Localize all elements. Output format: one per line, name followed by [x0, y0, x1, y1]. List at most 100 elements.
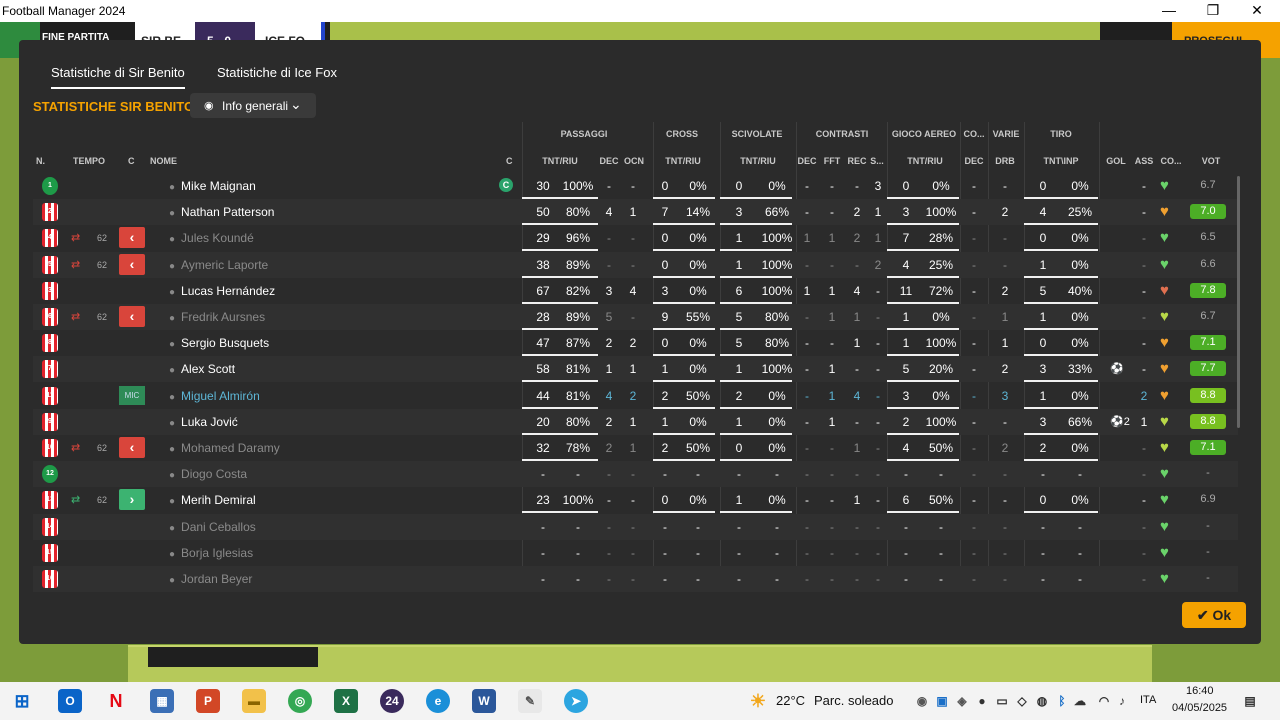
col-header-goals[interactable]: GOL [1104, 156, 1128, 166]
player-name[interactable]: ● Luka Jović [169, 415, 238, 429]
table-row[interactable]: 13 ⇄ 62 › ● Merih Demiral 23 100% - -0 0% 1 0% - -1-6 5… [33, 487, 1238, 514]
col-header-pass-att[interactable]: TNT/RIU [530, 156, 590, 166]
col-header-cont-rec[interactable]: REC [845, 156, 869, 166]
chrome-icon[interactable]: ◎ [288, 689, 312, 713]
tab-away-stats[interactable]: Statistiche di Ice Fox [217, 65, 337, 80]
player-name[interactable]: ● Miguel Almirón [169, 389, 260, 403]
football-manager-icon[interactable]: 24 [380, 689, 404, 713]
netflix-icon[interactable]: N [104, 689, 128, 713]
player-name[interactable]: ● Sergio Busquets [169, 336, 269, 350]
col-header-assists[interactable]: ASS [1132, 156, 1156, 166]
table-row[interactable]: 7 ● Alex Scott 58 81% 1 1 1 0% 1 100% -1- -5 20% -2 3 33… [33, 356, 1238, 383]
notifications-icon[interactable]: ▤ [1238, 689, 1262, 713]
col-header-sciv-att[interactable]: TNT/RIU [730, 156, 786, 166]
col-header-pass-dec[interactable]: DEC [598, 156, 620, 166]
stat-pass-att: 30 [536, 179, 550, 193]
minimize-button[interactable]: — [1146, 2, 1192, 18]
tab-home-stats[interactable]: Statistiche di Sir Benito [51, 65, 185, 89]
player-name[interactable]: ● Nathan Patterson [169, 205, 274, 219]
clock-date[interactable]: 04/05/2025 [1172, 702, 1227, 714]
edge-icon[interactable]: e [426, 689, 450, 713]
stat-drb: 1 [1001, 310, 1009, 324]
table-row[interactable]: 4 ⇄ 62 ‹ ● Jules Koundé 29 96% - -0 0% 1 100% 1 1 2 1 7 28… [33, 225, 1238, 252]
player-rating: 6.7 [1200, 179, 1216, 191]
col-header-change[interactable]: C [128, 156, 135, 166]
cloud-tray-icon[interactable]: ☁ [1068, 689, 1092, 713]
col-header-cont-s[interactable]: S... [869, 156, 885, 166]
weather-temp[interactable]: 22°C [776, 693, 805, 708]
table-row[interactable]: 1 ● Mike Maignan C 30 100% - -0 0% 0 0% - - -3 0 0% - -0 0… [33, 173, 1238, 199]
maximize-button[interactable]: ❐ [1190, 2, 1236, 19]
powerpoint-icon[interactable]: P [196, 689, 220, 713]
player-name[interactable]: ● Mike Maignan [169, 179, 256, 193]
clock-time[interactable]: 16:40 [1186, 685, 1214, 697]
table-row[interactable]: 15 ● Borja Iglesias - - - - - - - - - - - - - - - - - - - ♥ - [33, 540, 1238, 566]
table-row[interactable]: 16 ● Jordan Beyer - - - - - - - - - - - - - - - - - - - ♥ - [33, 566, 1238, 592]
table-row[interactable]: 5 ⇄ 62 ‹ ● Aymeric Laporte 38 89% - -0 0% 1 100% - - -2… [33, 251, 1238, 278]
word-icon[interactable]: W [472, 689, 496, 713]
player-name[interactable]: ● Alex Scott [169, 362, 235, 376]
col-header-time[interactable]: TEMPO [73, 156, 105, 166]
calculator-icon[interactable]: ▦ [150, 689, 174, 713]
col-header-condition[interactable]: CO... [1158, 156, 1184, 166]
stat-cross-rate: 0% [689, 336, 707, 351]
table-row[interactable]: 6 ⇄ 62 ‹ ● Fredrik Aursnes 28 89% 5 - 9 55% 5 80% - 1 1 -… [33, 304, 1238, 330]
sub-out-button[interactable]: ‹ [119, 253, 145, 275]
player-name[interactable]: ● Borja Iglesias [169, 546, 253, 560]
stat-pass-ocn: - [631, 231, 635, 246]
table-row[interactable]: 2 ● Nathan Patterson 50 80% 4 1 7 14% 3 66% - -2 1 3 10… [33, 199, 1238, 226]
file-explorer-icon[interactable]: ▬ [242, 689, 266, 713]
col-header-number[interactable]: N. [36, 156, 45, 166]
outlook-icon[interactable]: O [58, 689, 82, 713]
weather-icon[interactable]: ☀ [746, 689, 770, 713]
substitution-time: 62 [97, 443, 108, 453]
sub-in-button[interactable]: › [119, 489, 145, 511]
col-header-captain[interactable]: C [506, 156, 513, 166]
table-row[interactable]: 11 MIC ● Miguel Almirón 44 81% 4 2 2 50% 2 0% -1 4-3 0… [33, 383, 1238, 409]
table-row[interactable]: 12 ● Diogo Costa - - - - - - - - - - - - - - - - - - - ♥ - [33, 461, 1238, 488]
table-row[interactable]: 14 ● Dani Ceballos - - - - - - - - - - - - - - - - - - - ♥ - [33, 513, 1238, 540]
col-header-cross-att[interactable]: TNT/RIU [656, 156, 710, 166]
ok-button[interactable]: ✔ Ok [1182, 602, 1246, 628]
player-name[interactable]: ● Lucas Hernández [169, 284, 275, 298]
player-name[interactable]: ● Merih Demiral [169, 493, 256, 507]
col-header-co-dec[interactable]: DEC [962, 156, 986, 166]
language-indicator[interactable]: ITA [1140, 694, 1156, 706]
volume-icon[interactable]: ♪ [1110, 689, 1134, 713]
close-button[interactable]: ✕ [1234, 2, 1280, 19]
col-header-tiro-att[interactable]: TNT\INP [1034, 156, 1088, 166]
col-header-name[interactable]: NOME [150, 156, 177, 166]
table-scrollbar[interactable] [1237, 176, 1240, 428]
player-name[interactable]: ● Jordan Beyer [169, 572, 252, 586]
table-row[interactable]: 9 ● Luka Jović 20 80% 2 1 1 0% 1 0% -1- -2 100% - -3 66%… [33, 408, 1238, 435]
table-row[interactable]: 10 ⇄ 62 ‹ ● Mohamed Daramy 32 78% 2 1 2 50% 0 0% - - 1 - 4… [33, 435, 1238, 461]
view-selector-button[interactable]: ◉ Info generali ⌄ [190, 93, 316, 118]
telegram-icon[interactable]: ➤ [564, 689, 588, 713]
excel-icon[interactable]: X [334, 689, 358, 713]
player-name[interactable]: ● Mohamed Daramy [169, 441, 280, 455]
table-row[interactable]: 3 ● Lucas Hernández 67 82% 3 4 3 0% 6 100% 1 1 4-11 72… [33, 278, 1238, 304]
col-header-drb[interactable]: DRB [992, 156, 1018, 166]
player-name[interactable]: ● Diogo Costa [169, 467, 247, 481]
shirt-icon: 5 [42, 255, 58, 274]
paint-icon[interactable]: ✎ [518, 689, 542, 713]
stat-pass-rate: - [576, 467, 580, 482]
col-header-pass-ocn[interactable]: OCN [621, 156, 647, 166]
sub-out-button[interactable]: ‹ [119, 437, 145, 458]
table-row[interactable]: 8 ● Sergio Busquets 47 87% 2 2 0 0% 5 80% - -1-1 100%… [33, 330, 1238, 357]
col-header-aereo-att[interactable]: TNT/RIU [896, 156, 954, 166]
player-name[interactable]: ● Jules Koundé [169, 231, 254, 245]
col-header-rating[interactable]: VOT [1198, 156, 1224, 166]
stat-aereo-att: - [904, 467, 908, 482]
sub-out-button[interactable]: ‹ [119, 306, 145, 327]
windows-start-icon[interactable]: ⊞ [10, 689, 34, 713]
col-header-cont-fft[interactable]: FFT [820, 156, 844, 166]
sub-out-button[interactable]: ‹ [119, 227, 145, 249]
col-header-cont-dec[interactable]: DEC [796, 156, 818, 166]
player-name[interactable]: ● Aymeric Laporte [169, 258, 268, 272]
player-name[interactable]: ● Fredrik Aursnes [169, 310, 265, 324]
player-name[interactable]: ● Dani Ceballos [169, 520, 256, 534]
weather-desc[interactable]: Parc. soleado [814, 693, 894, 708]
shirt-icon: 16 [42, 570, 58, 588]
stat-pass-att: - [541, 519, 545, 534]
